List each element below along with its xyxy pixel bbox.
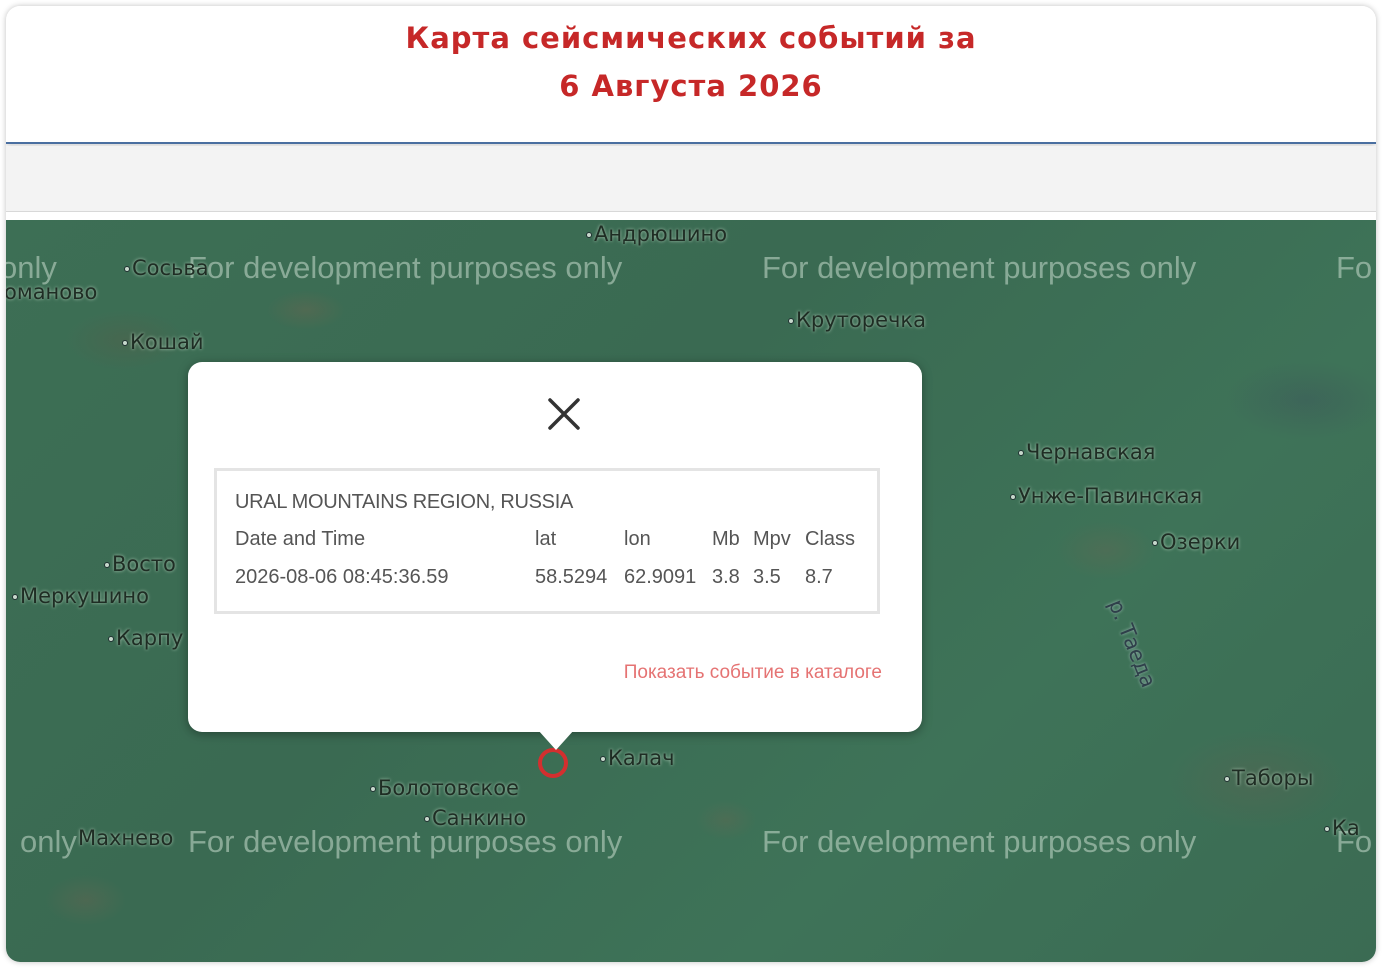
- town-label: Ка: [1324, 816, 1360, 840]
- map-watermark: Fo: [1336, 250, 1373, 285]
- event-lat: 58.5294: [535, 566, 608, 588]
- map-watermark: For development purposes only: [762, 824, 1197, 859]
- town-label: Карпу: [108, 626, 183, 650]
- town-label: Болотовское: [370, 776, 519, 800]
- page-title-line1: Карта сейсмических событий за: [405, 21, 977, 55]
- event-info-table: URAL MOUNTAINS REGION, RUSSIA Date and T…: [214, 468, 880, 614]
- col-lon: lon: [624, 528, 651, 550]
- town-label: Андрюшино: [586, 222, 727, 246]
- table-row: 2026-08-06 08:45:36.59 58.5294 62.9091 3…: [235, 566, 859, 604]
- town-label: Чернавская: [1018, 440, 1155, 464]
- town-label: Санкино: [424, 806, 526, 830]
- table-header-row: Date and Time lat lon Mb Mpv Class: [235, 528, 859, 566]
- event-popup: URAL MOUNTAINS REGION, RUSSIA Date and T…: [188, 362, 922, 732]
- town-label: Таборы: [1224, 766, 1313, 790]
- event-datetime: 2026-08-06 08:45:36.59: [235, 566, 449, 588]
- show-in-catalog-link[interactable]: Показать событие в каталоге: [624, 662, 882, 684]
- col-mb: Mb: [712, 528, 740, 550]
- town-label: Озерки: [1152, 530, 1240, 554]
- town-label: омановo: [6, 280, 98, 304]
- town-label: Унже-Павинская: [1010, 484, 1202, 508]
- town-label: Круторечка: [788, 308, 926, 332]
- river-label: р. Таеда: [1103, 596, 1161, 691]
- epicenter-marker[interactable]: [538, 748, 568, 778]
- town-label: Махнево: [78, 826, 174, 850]
- popup-pointer: [538, 730, 574, 750]
- event-mb: 3.8: [712, 566, 740, 588]
- map-watermark: only: [20, 824, 77, 859]
- event-region: URAL MOUNTAINS REGION, RUSSIA: [235, 491, 574, 513]
- col-mpv: Mpv: [753, 528, 791, 550]
- town-label: Восто: [104, 552, 176, 576]
- col-lat: lat: [535, 528, 557, 550]
- event-lon: 62.9091: [624, 566, 697, 588]
- map-watermark: For development purposes only: [188, 250, 623, 285]
- map-watermark: For development purposes only: [188, 824, 623, 859]
- map-toolbar: [6, 146, 1376, 212]
- town-label: Калач: [600, 746, 674, 770]
- page-title-line2: 6 Августа 2026: [559, 69, 823, 103]
- close-icon[interactable]: [546, 396, 582, 432]
- event-mpv: 3.5: [753, 566, 781, 588]
- app-window: Карта сейсмических событий за 6 Августа …: [6, 6, 1376, 962]
- page-header: Карта сейсмических событий за 6 Августа …: [6, 6, 1376, 144]
- col-datetime: Date and Time: [235, 528, 366, 550]
- town-label: Меркушино: [12, 584, 149, 608]
- col-class: Class: [805, 528, 856, 550]
- town-label: Кошай: [122, 330, 204, 354]
- seismic-map[interactable]: only For development purposes only For d…: [6, 220, 1376, 962]
- map-watermark: For development purposes only: [762, 250, 1197, 285]
- event-class: 8.7: [805, 566, 833, 588]
- town-label: Сосьва: [124, 256, 209, 280]
